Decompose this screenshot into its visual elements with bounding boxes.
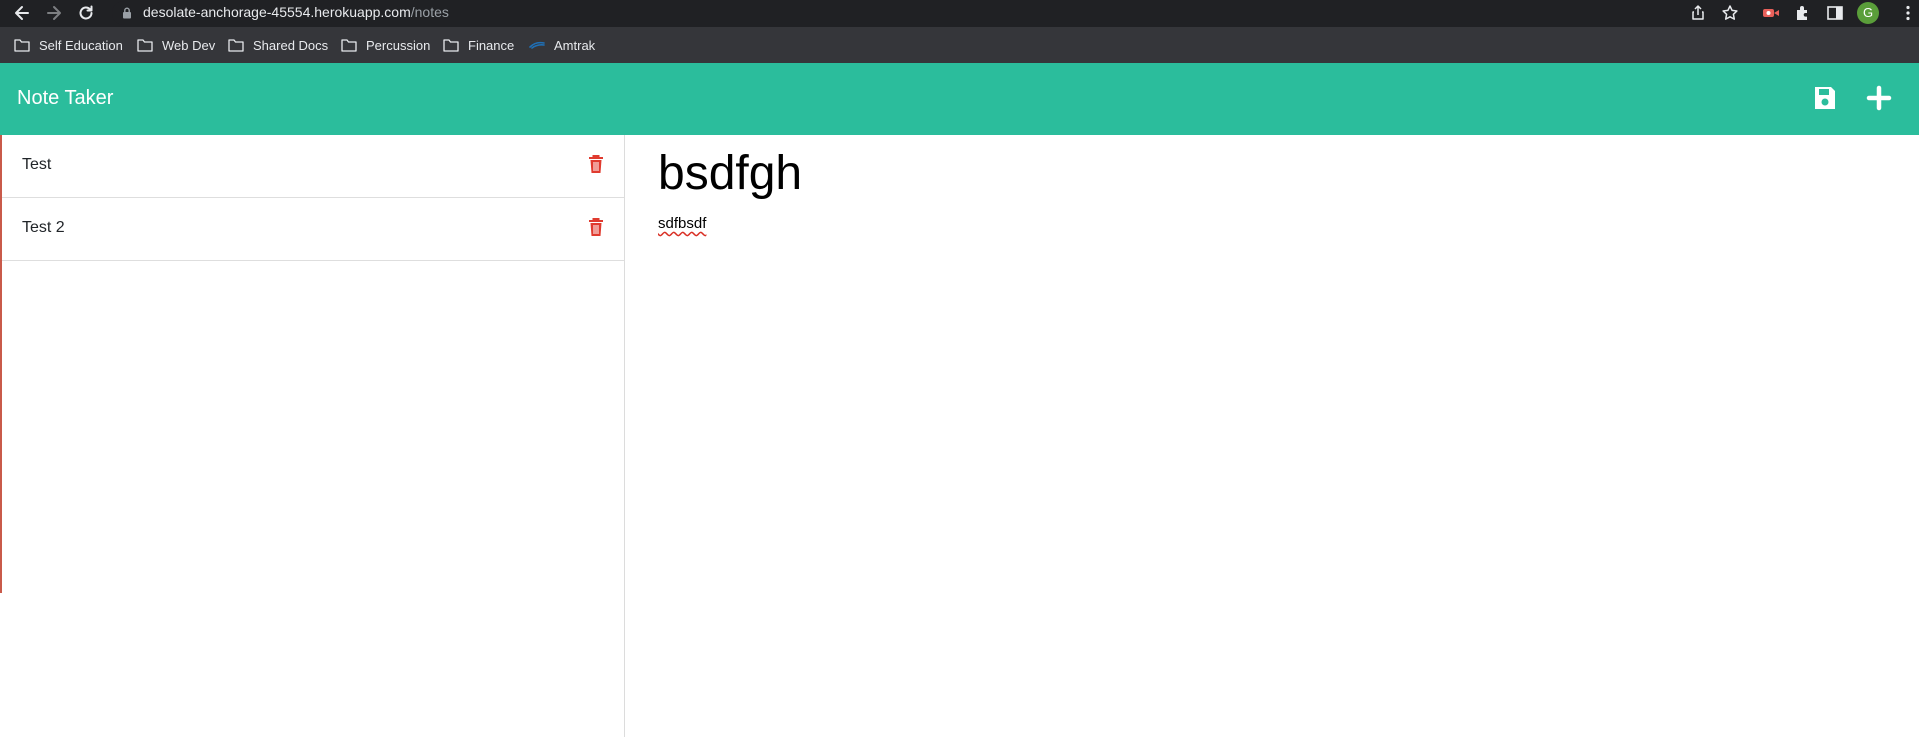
- list-item[interactable]: Test: [2, 135, 624, 198]
- list-item[interactable]: Test 2: [2, 198, 624, 261]
- bookmarks-bar: Self Education Web Dev Shared Docs Percu…: [0, 27, 1919, 63]
- note-textarea[interactable]: sdfbsdf: [658, 215, 1878, 615]
- bookmark-label: Shared Docs: [253, 37, 329, 53]
- bookmark-finance[interactable]: Finance: [443, 36, 514, 54]
- bookmark-percussion[interactable]: Percussion: [341, 36, 430, 54]
- back-button[interactable]: [12, 3, 32, 23]
- bookmark-amtrak[interactable]: Amtrak: [529, 36, 595, 54]
- url-path: /notes: [410, 4, 449, 20]
- delete-note-button[interactable]: [588, 154, 604, 179]
- browser-toolbar: desolate-anchorage-45554.herokuapp.com/n…: [0, 0, 1919, 27]
- reload-icon: [79, 5, 93, 20]
- app-header: Note Taker: [0, 63, 1919, 135]
- recorder-extension-icon[interactable]: [1761, 3, 1781, 23]
- save-note-button[interactable]: [1813, 85, 1837, 116]
- star-icon[interactable]: [1720, 3, 1740, 23]
- app-title[interactable]: Note Taker: [17, 87, 113, 110]
- arrow-right-icon: [47, 6, 61, 20]
- note-list: Test Test 2: [2, 135, 625, 737]
- bookmark-label: Amtrak: [554, 37, 596, 53]
- folder-icon: [228, 39, 244, 52]
- lock-icon: [123, 7, 131, 19]
- amtrak-icon: [529, 41, 545, 49]
- bookmark-web-dev[interactable]: Web Dev: [137, 36, 215, 54]
- bookmark-label: Web Dev: [162, 37, 216, 53]
- profile-avatar[interactable]: G: [1857, 2, 1879, 24]
- plus-icon: [1866, 85, 1892, 111]
- bookmark-label: Self Education: [39, 37, 123, 53]
- extensions-puzzle-icon[interactable]: [1793, 3, 1813, 23]
- side-panel-icon[interactable]: [1825, 3, 1845, 23]
- bookmark-label: Finance: [468, 37, 515, 53]
- url-host: desolate-anchorage-45554.herokuapp.com: [143, 4, 411, 20]
- new-note-button[interactable]: [1866, 85, 1892, 116]
- folder-icon: [341, 39, 357, 52]
- note-editor: sdfbsdf: [626, 135, 1919, 737]
- bookmark-label: Percussion: [366, 37, 431, 53]
- note-title-input[interactable]: [658, 143, 1878, 203]
- trash-icon: [589, 155, 603, 173]
- bookmark-self-education[interactable]: Self Education: [14, 36, 123, 54]
- trash-icon: [589, 218, 603, 236]
- url-text[interactable]: desolate-anchorage-45554.herokuapp.com/n…: [143, 4, 449, 20]
- arrow-left-icon: [15, 6, 29, 20]
- folder-icon: [14, 39, 30, 52]
- note-list-title: Test: [22, 156, 52, 173]
- kebab-menu-icon[interactable]: [1898, 3, 1918, 23]
- note-list-title: Test 2: [22, 219, 65, 236]
- folder-icon: [443, 39, 459, 52]
- save-icon: [1815, 87, 1835, 109]
- share-icon[interactable]: [1688, 3, 1708, 23]
- bookmark-shared-docs[interactable]: Shared Docs: [228, 36, 328, 54]
- folder-icon: [137, 39, 153, 52]
- delete-note-button[interactable]: [588, 217, 604, 242]
- forward-button[interactable]: [44, 3, 64, 23]
- reload-button[interactable]: [76, 3, 96, 23]
